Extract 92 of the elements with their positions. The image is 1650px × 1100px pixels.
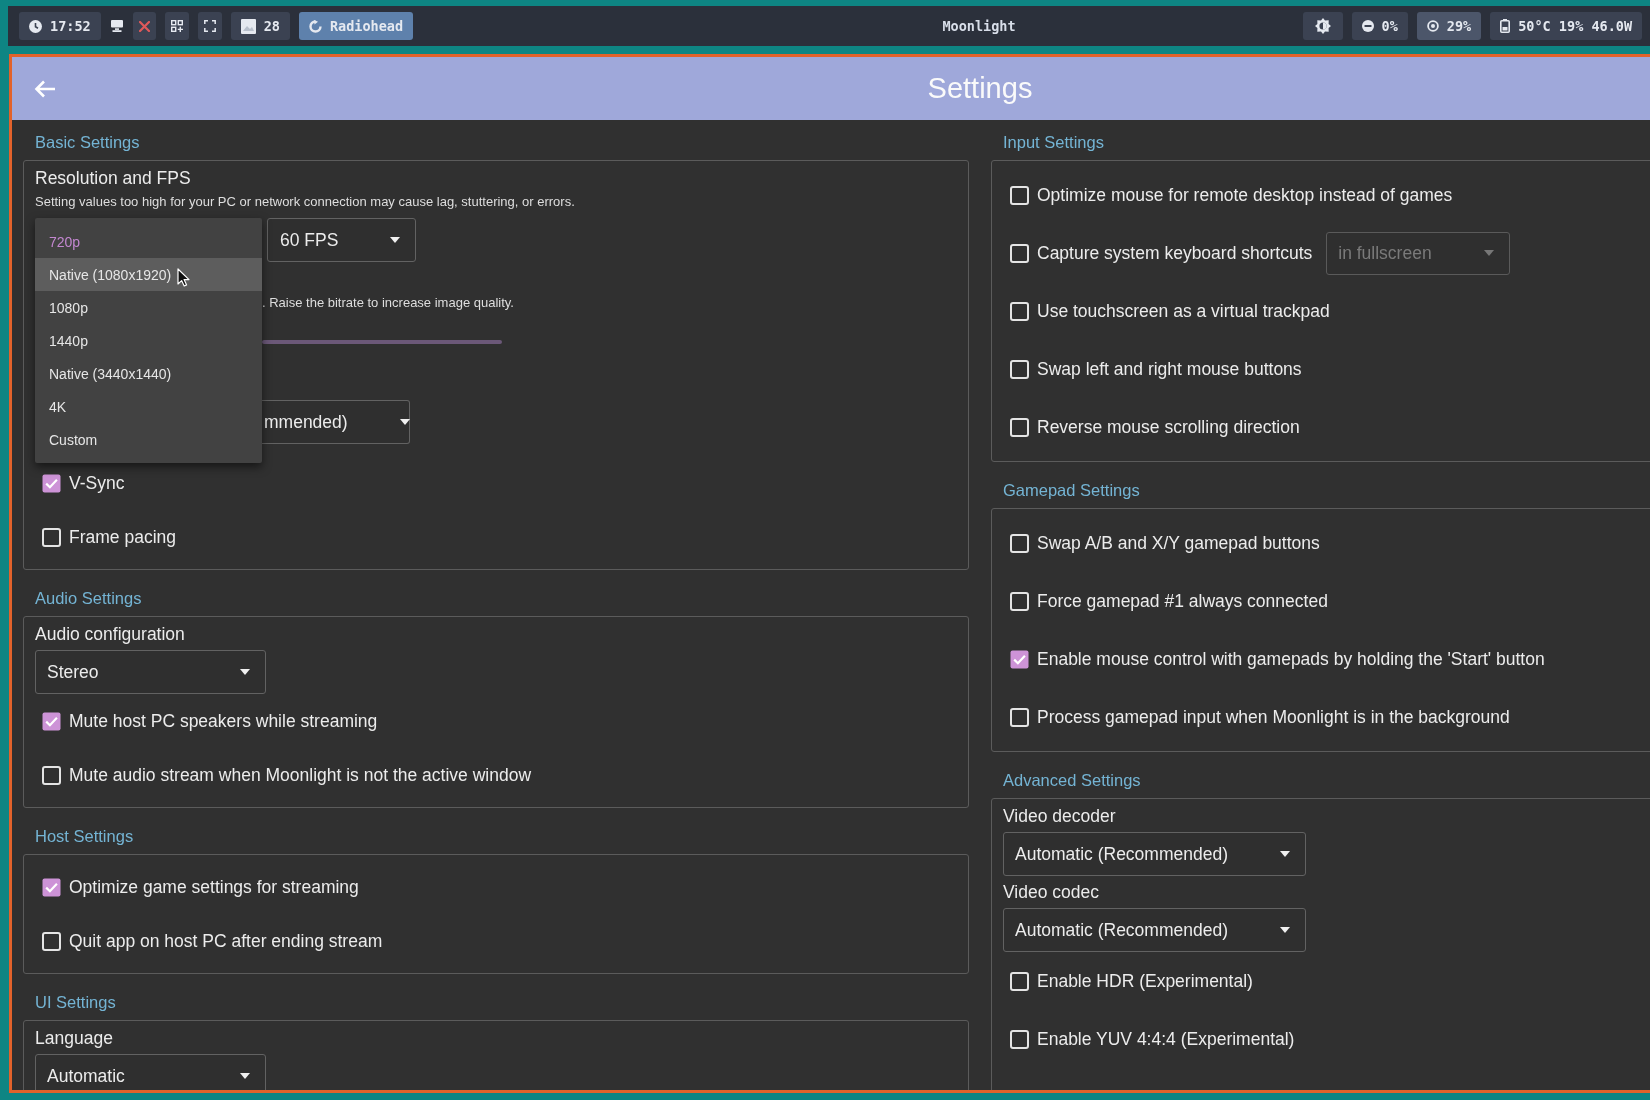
checkbox[interactable] bbox=[1010, 971, 1029, 991]
dropdown[interactable]: Automatic (Recommended) bbox=[1003, 908, 1306, 952]
status-chip[interactable]: 28 bbox=[230, 12, 290, 40]
option-label: Optimize mouse for remote desktop instead of games bbox=[1037, 184, 1453, 206]
status-chip[interactable]: 17:52 bbox=[19, 12, 101, 40]
status-chip[interactable]: 0% bbox=[1351, 12, 1408, 40]
refresh-icon bbox=[308, 19, 322, 33]
checkbox[interactable] bbox=[1010, 707, 1029, 727]
disc-icon bbox=[1361, 20, 1374, 32]
mouse-pointer-icon bbox=[177, 268, 191, 287]
checkbox[interactable] bbox=[1010, 301, 1029, 321]
menu-item[interactable]: Native (3440x1440) bbox=[35, 357, 262, 390]
checkbox[interactable] bbox=[42, 765, 61, 785]
caret-icon bbox=[1483, 250, 1494, 256]
option-label: Reverse mouse scrolling direction bbox=[1037, 416, 1300, 438]
checkbox[interactable] bbox=[42, 711, 61, 731]
option-label: Optimize game settings for streaming bbox=[69, 876, 359, 898]
caret-icon bbox=[240, 669, 250, 675]
toolbar-button[interactable] bbox=[164, 12, 189, 40]
dropdown[interactable]: Automatic bbox=[35, 1054, 266, 1090]
option-label: Swap left and right mouse buttons bbox=[1037, 358, 1302, 380]
section-heading: Advanced Settings bbox=[1002, 770, 1142, 791]
field-label: Video codec bbox=[1003, 881, 1099, 904]
menu-item[interactable]: 4K bbox=[35, 390, 262, 423]
caret-icon bbox=[240, 1073, 250, 1079]
status-chip[interactable]: 29% bbox=[1416, 12, 1482, 40]
option-label: Process gamepad input when Moonlight is in the background bbox=[1037, 706, 1510, 728]
option-label: Frame pacing bbox=[69, 526, 176, 548]
field-label: Language bbox=[35, 1027, 113, 1050]
grid-icon bbox=[170, 20, 183, 32]
window-title: Moonlight bbox=[942, 18, 1016, 34]
arrow-left-icon bbox=[34, 79, 56, 98]
dropdown[interactable]: mmended) bbox=[262, 400, 410, 444]
option-label: Swap A/B and X/Y gamepad buttons bbox=[1037, 532, 1320, 554]
section-heading: Input Settings bbox=[1002, 132, 1105, 153]
checkbox[interactable] bbox=[1010, 359, 1029, 379]
menu-item[interactable]: Native (1080x1920) bbox=[35, 258, 262, 291]
caret-icon bbox=[1280, 851, 1290, 857]
section-heading: Audio Settings bbox=[34, 588, 143, 609]
caret-icon bbox=[390, 237, 401, 243]
checkbox[interactable] bbox=[42, 931, 61, 951]
menu-item[interactable]: Custom bbox=[35, 423, 262, 456]
menu-item[interactable]: 720p bbox=[35, 225, 262, 258]
target-icon bbox=[1426, 20, 1439, 32]
option-label: Use touchscreen as a virtual trackpad bbox=[1037, 300, 1330, 322]
clock-icon bbox=[29, 19, 42, 33]
section-heading: Host Settings bbox=[34, 826, 135, 847]
checkbox[interactable] bbox=[1010, 417, 1029, 437]
option-label: Mute audio stream when Moonlight is not the active window bbox=[69, 764, 532, 786]
checkbox[interactable] bbox=[42, 527, 61, 547]
field-label: Video decoder bbox=[1003, 805, 1116, 828]
checkbox[interactable] bbox=[1010, 243, 1029, 263]
checkbox[interactable] bbox=[42, 877, 61, 897]
field-label: Audio configuration bbox=[35, 623, 185, 646]
option-label: Enable HDR (Experimental) bbox=[1037, 970, 1253, 992]
toolbar-button[interactable] bbox=[1302, 12, 1343, 40]
menu-item[interactable]: 1440p bbox=[35, 324, 262, 357]
monitor-icon bbox=[109, 20, 124, 32]
help-text: Setting values too high for your PC or network connection may cause lag, stuttering, or errors. bbox=[35, 194, 575, 210]
field-label: Resolution and FPS bbox=[35, 167, 191, 190]
dropdown[interactable]: 60 FPS bbox=[267, 218, 417, 262]
brightness-icon bbox=[1314, 18, 1331, 34]
menu-item[interactable]: 1080p bbox=[35, 291, 262, 324]
option-label: Quit app on host PC after ending stream bbox=[69, 930, 383, 952]
caret-icon bbox=[1280, 927, 1290, 933]
slider-track[interactable] bbox=[262, 340, 502, 344]
help-text: . Raise the bitrate to increase image quality. bbox=[262, 295, 514, 311]
close-icon bbox=[138, 20, 150, 32]
section-heading: UI Settings bbox=[34, 992, 117, 1013]
toolbar-button[interactable] bbox=[197, 12, 222, 40]
option-label: Mute host PC speakers while streaming bbox=[69, 710, 378, 732]
dropdown[interactable]: Stereo bbox=[35, 650, 266, 694]
option-label: Enable mouse control with gamepads by holding the 'Start' button bbox=[1037, 648, 1545, 670]
battery-icon bbox=[1500, 19, 1511, 33]
checkbox[interactable] bbox=[42, 473, 61, 493]
option-label: Capture system keyboard shortcuts bbox=[1037, 242, 1313, 264]
section-heading: Gamepad Settings bbox=[1002, 480, 1141, 501]
section-heading: Basic Settings bbox=[34, 132, 141, 153]
caret-icon bbox=[399, 419, 410, 425]
dropdown[interactable]: Automatic (Recommended) bbox=[1003, 832, 1306, 876]
checkbox[interactable] bbox=[1010, 533, 1029, 553]
option-label: V-Sync bbox=[69, 472, 125, 494]
option-label: Enable YUV 4:4:4 (Experimental) bbox=[1037, 1028, 1295, 1050]
image-icon bbox=[240, 18, 256, 34]
checkbox[interactable] bbox=[1010, 185, 1029, 205]
fullscreen-icon bbox=[203, 20, 216, 32]
option-label: Force gamepad #1 always connected bbox=[1037, 590, 1328, 612]
status-chip[interactable]: 50°C 19% 46.0W bbox=[1490, 12, 1643, 40]
checkbox[interactable] bbox=[1010, 591, 1029, 611]
checkbox[interactable] bbox=[1010, 649, 1029, 669]
checkbox[interactable] bbox=[1010, 1029, 1029, 1049]
page-title: Settings bbox=[927, 72, 1033, 105]
